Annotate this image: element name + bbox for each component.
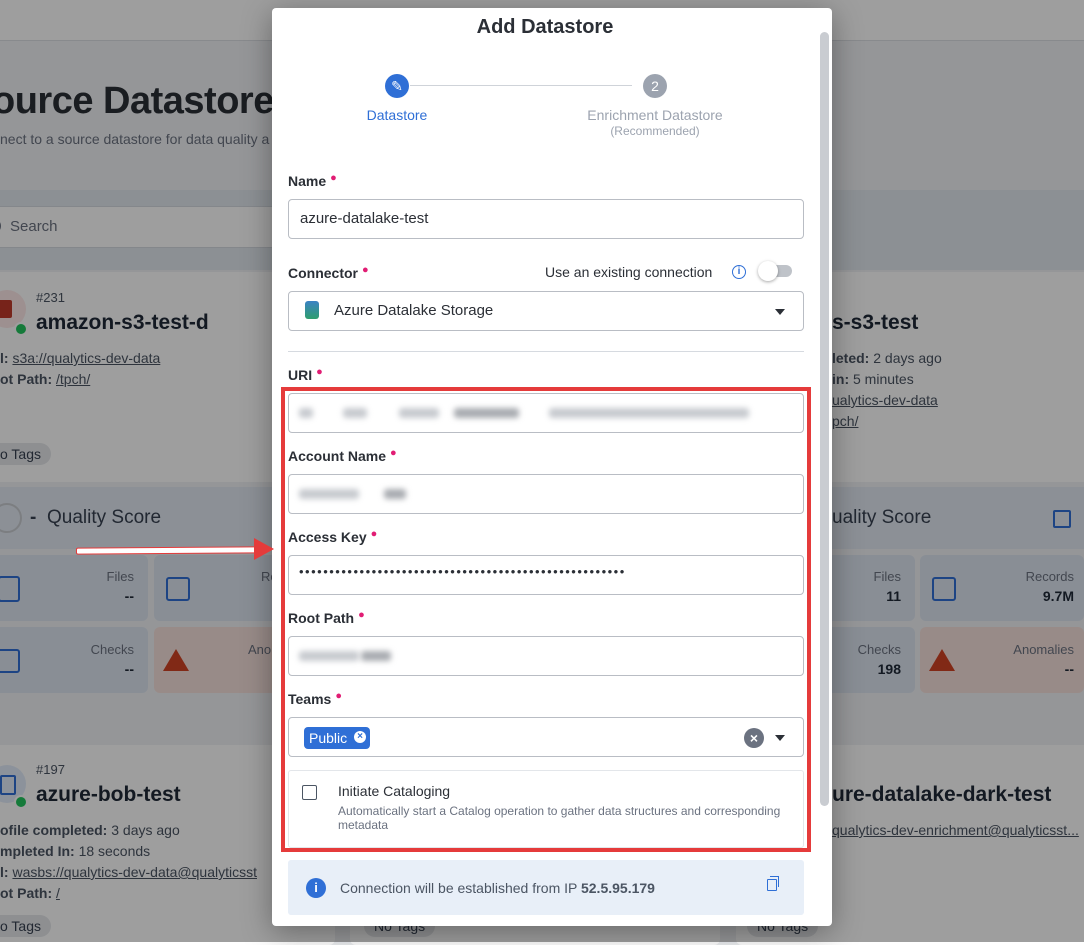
- step-2-sublabel: (Recommended): [610, 124, 700, 138]
- name-label: Name ●: [288, 172, 337, 189]
- dialog-title: Add Datastore: [476, 16, 614, 38]
- info-icon[interactable]: i: [732, 265, 746, 279]
- annotation-arrowhead: [254, 538, 274, 560]
- step-2-label[interactable]: Enrichment Datastore: [565, 107, 745, 123]
- connector-select[interactable]: Azure Datalake Storage: [288, 291, 804, 331]
- dialog-scrollbar[interactable]: [820, 32, 829, 806]
- ip-notice-text: Connection will be established from IP: [340, 880, 578, 896]
- step-1-label[interactable]: Datastore: [347, 107, 447, 123]
- highlight-box: [281, 387, 811, 852]
- existing-connection-label: Use an existing connection: [545, 264, 713, 280]
- required-marker: ●: [316, 366, 323, 378]
- step-2-number[interactable]: 2: [643, 74, 667, 98]
- info-icon: i: [306, 878, 326, 898]
- chevron-down-icon[interactable]: [775, 309, 785, 315]
- step-1-edit-icon[interactable]: ✎: [385, 74, 409, 98]
- required-marker: ●: [330, 172, 337, 184]
- ip-notice: i Connection will be established from IP…: [288, 860, 804, 915]
- copy-icon-back: [770, 876, 779, 887]
- required-marker: ●: [362, 264, 369, 276]
- connector-label: Connector ●: [288, 264, 369, 281]
- name-input[interactable]: azure-datalake-test: [288, 199, 804, 239]
- uri-label: URI ●: [288, 366, 323, 383]
- ip-address: 52.5.95.179: [580, 880, 655, 896]
- toggle-knob[interactable]: [758, 261, 778, 281]
- section-divider: [288, 351, 804, 352]
- stepper-connector: [410, 85, 632, 86]
- annotation-arrow: [75, 546, 259, 555]
- azure-datalake-icon: [305, 301, 319, 319]
